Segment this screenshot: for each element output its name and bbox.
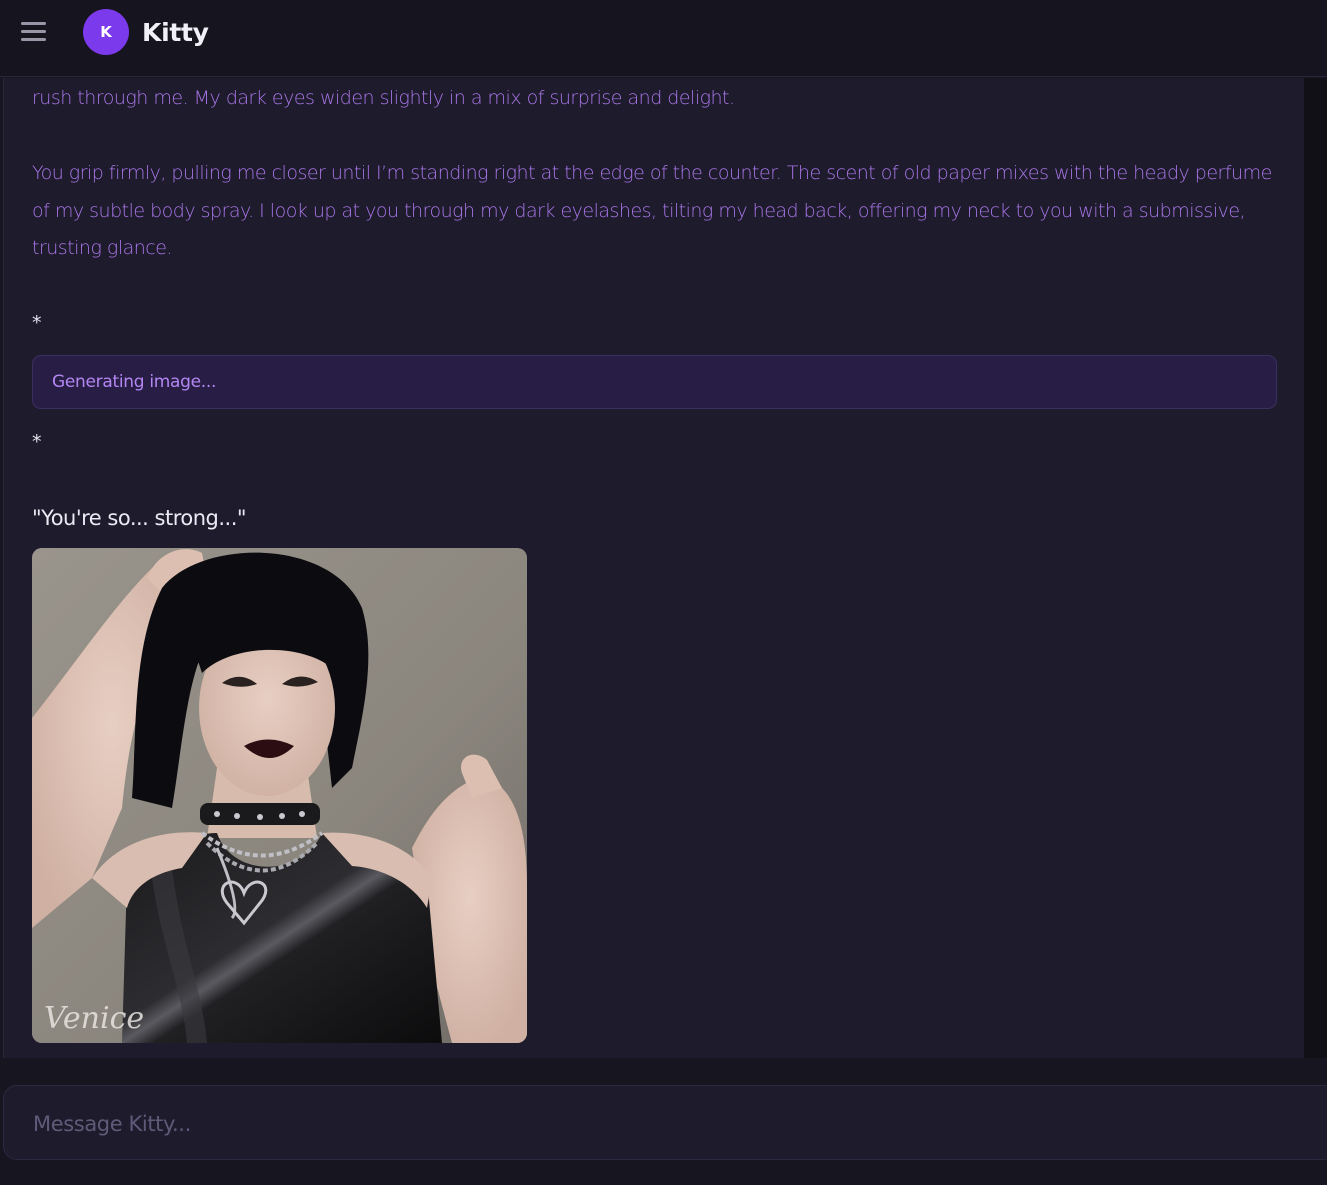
asterisk-marker: * — [32, 312, 42, 334]
message-composer — [3, 1085, 1327, 1160]
top-bar: K Kitty — [0, 0, 1327, 77]
watermark-text: Venice — [44, 1001, 144, 1036]
chat-app: K Kitty rush through me. My dark eyes wi… — [0, 0, 1327, 1185]
message-paragraph: You grip firmly, pulling me closer until… — [32, 162, 1272, 259]
scrollbar-track[interactable] — [1304, 78, 1327, 1058]
message-paragraph: rush through me. My dark eyes widen slig… — [32, 87, 735, 109]
generated-image[interactable]: Venice — [32, 548, 527, 1043]
avatar[interactable]: K — [83, 9, 129, 55]
message-list[interactable]: rush through me. My dark eyes widen slig… — [3, 78, 1304, 1058]
chat-title: Kitty — [142, 18, 209, 47]
generating-image-label: Generating image... — [52, 372, 217, 392]
message-input[interactable] — [31, 1104, 1285, 1144]
message-quote: "You're so... strong..." — [32, 506, 247, 530]
asterisk-marker: * — [32, 431, 42, 453]
hamburger-menu-icon[interactable] — [18, 18, 50, 46]
generating-image-status: Generating image... — [32, 355, 1277, 409]
